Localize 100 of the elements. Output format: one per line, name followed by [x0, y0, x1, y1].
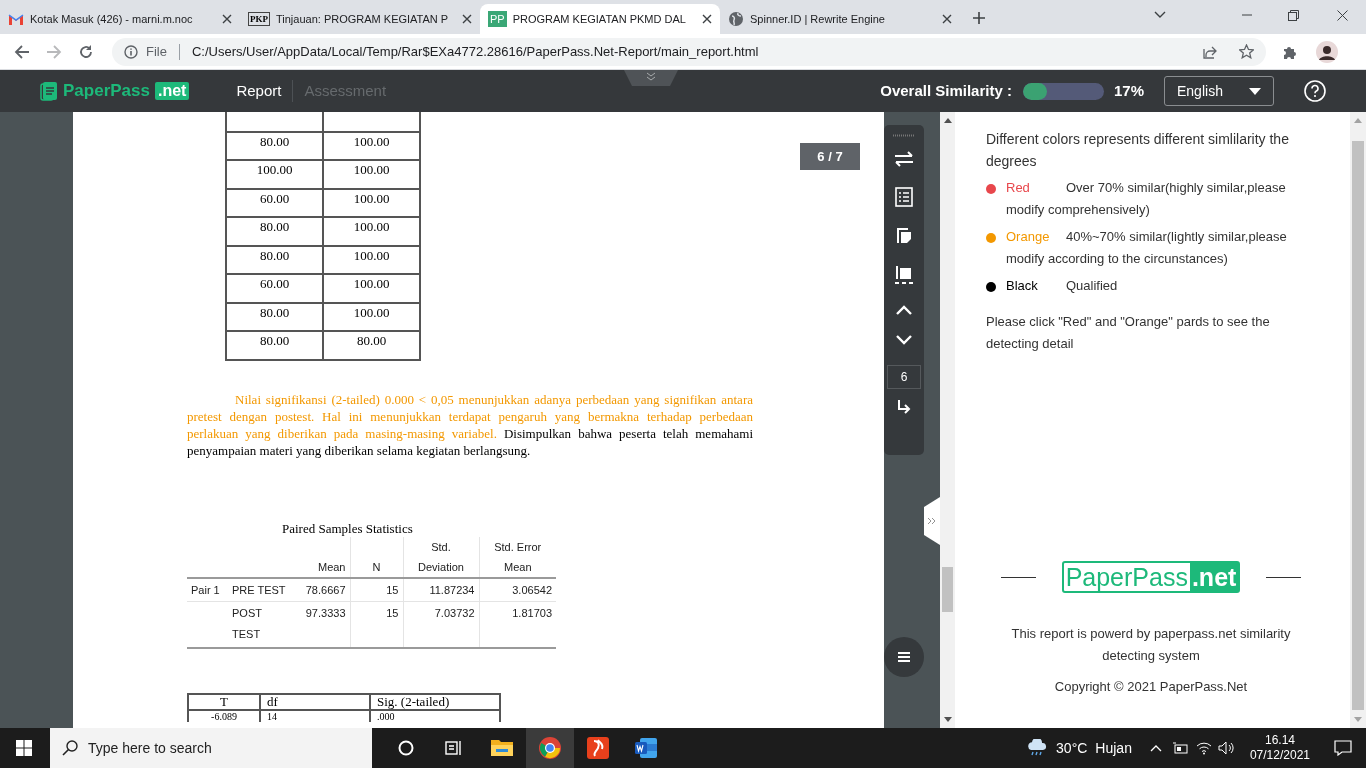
- browser-tab[interactable]: Kotak Masuk (426) - marni.m.noc: [0, 4, 240, 34]
- table-cell: 100.00: [323, 302, 420, 331]
- table-cell: POST TEST: [228, 601, 290, 648]
- column-header: Mean: [479, 556, 556, 578]
- close-icon[interactable]: [462, 14, 472, 24]
- table-cell: 100.00: [323, 245, 420, 274]
- restore-icon[interactable]: [1288, 9, 1299, 21]
- task-view-icon[interactable]: [445, 740, 463, 756]
- weather-text: Hujan: [1095, 738, 1132, 758]
- table-cell: 7.03732: [403, 601, 479, 648]
- table-cell: 100.00: [323, 131, 420, 160]
- help-icon[interactable]: [1304, 80, 1326, 102]
- table-cell: 14: [260, 709, 370, 722]
- table-cell: 3.06542: [479, 577, 556, 601]
- expand-tab-icon[interactable]: [924, 497, 940, 545]
- folder-icon[interactable]: [490, 738, 514, 758]
- cortana-icon[interactable]: [398, 740, 414, 756]
- table-cell: 80.00: [226, 302, 323, 331]
- table-cell: 100.00: [323, 217, 420, 246]
- paragraph: Nilai signifikansi (2-tailed) 0.000 < 0,05 menunjukkan adanya perbedaan yang signifikan antara pretest dengan postest. Hal ini menunjukkan terdapat pengaruh yang bermakna terhadap perbedaan perlakuan yang diberikan pada masing-masing variabel. Disimpulkan bahwa peserta telah memahami penyampaian materi yang diberikan selama kegiatan berlangsung.: [187, 390, 753, 459]
- new-tab-icon[interactable]: [972, 11, 986, 25]
- volume-icon[interactable]: [1217, 741, 1234, 755]
- close-icon[interactable]: [942, 14, 952, 24]
- info-icon[interactable]: [124, 44, 138, 59]
- chrome-icon[interactable]: [538, 736, 562, 760]
- reload-icon[interactable]: [78, 43, 94, 60]
- tab-title: PROGRAM KEGIATAN PKMD DAL: [512, 11, 687, 27]
- table-cell: 97.3333: [290, 601, 350, 648]
- table-cell: 15: [350, 577, 403, 601]
- collapse-handle-icon[interactable]: [624, 70, 678, 86]
- pdf-app-icon[interactable]: [586, 736, 610, 760]
- weather-icon[interactable]: [1026, 739, 1049, 757]
- table-cell: 11.87234: [403, 577, 479, 601]
- language-select[interactable]: English: [1164, 76, 1274, 106]
- page-input[interactable]: 6: [887, 365, 921, 389]
- chevron-up-icon[interactable]: [896, 305, 912, 315]
- tab-title: Kotak Masuk (426) - marni.m.noc: [30, 11, 194, 27]
- browser-tab[interactable]: PP PROGRAM KEGIATAN PKMD DAL: [480, 4, 720, 34]
- scroll-up-icon[interactable]: [943, 118, 952, 123]
- table-cell: 100.00: [323, 274, 420, 303]
- go-icon[interactable]: [897, 399, 911, 415]
- table-cell: 100.00: [226, 160, 323, 189]
- clock-date: 07/12/2021: [1249, 748, 1310, 763]
- avatar-icon[interactable]: [1316, 40, 1338, 63]
- copyright-text: Copyright © 2021 PaperPass.Net: [1053, 678, 1249, 696]
- back-icon[interactable]: [14, 43, 30, 60]
- tab-title: Tinjauan: PROGRAM KEGIATAN P: [276, 11, 450, 27]
- search-icon: [62, 740, 78, 756]
- swap-icon[interactable]: [894, 151, 914, 167]
- table-cell: 100.00: [323, 160, 420, 189]
- table-cell: 60.00: [226, 188, 323, 217]
- column-header: Sig. (2-tailed): [370, 693, 500, 710]
- search-field[interactable]: Type here to search: [50, 728, 372, 768]
- copy-icon[interactable]: [896, 227, 912, 245]
- column-header: Mean: [290, 556, 350, 578]
- chevron-down-icon[interactable]: [1154, 11, 1166, 19]
- table-cell: 100.00: [323, 188, 420, 217]
- column-header: N: [350, 556, 403, 578]
- caret-icon: [1249, 87, 1261, 95]
- table-cell: 80.00: [226, 245, 323, 274]
- table-cell: -6.089: [188, 709, 260, 722]
- powered-text: This report is powerd by paperpass.net similarity detecting system: [1010, 625, 1292, 665]
- notification-icon[interactable]: [1334, 740, 1352, 756]
- note-text: Please click "Red" and "Orange" pards to see the detecting detail: [986, 313, 1271, 353]
- close-icon[interactable]: [1337, 9, 1348, 21]
- column-header: Std. Error: [479, 536, 556, 557]
- table-cell: PRE TEST: [228, 577, 290, 601]
- scroll-down-icon[interactable]: [943, 717, 952, 722]
- compare-icon[interactable]: [894, 265, 914, 285]
- nav-tab[interactable]: Report: [225, 79, 293, 103]
- menu-button[interactable]: [884, 637, 924, 677]
- list-icon[interactable]: [895, 187, 913, 207]
- address-field[interactable]: File C:/Users/User/AppData/Local/Temp/Rar$EXa4772.28616/PaperPass.Net-Report/main_report.html: [112, 37, 1266, 66]
- table-cell: 78.6667: [290, 577, 350, 601]
- share-icon[interactable]: [1203, 44, 1217, 59]
- legend-entry: Red Over 70% similar(highly similar,please modify comprehensively): [1006, 179, 1287, 219]
- browser-tab[interactable]: Spinner.ID | Rewrite Engine: [720, 4, 960, 34]
- close-icon[interactable]: [702, 14, 712, 24]
- url-text: C:/Users/User/AppData/Local/Temp/Rar$EXa4772.28616/PaperPass.Net-Report/main_report.html: [191, 42, 760, 61]
- table-cell: .000: [370, 709, 500, 722]
- scrollbar-thumb[interactable]: [1352, 141, 1364, 710]
- table-cell: Pair 1: [187, 577, 228, 601]
- close-icon[interactable]: [222, 14, 232, 24]
- grip-icon[interactable]: [893, 134, 915, 137]
- table-cell: 80.00: [323, 331, 420, 360]
- temperature-text: 30°C: [1056, 738, 1088, 758]
- column-header: df: [260, 693, 370, 710]
- globe-icon: [728, 11, 744, 27]
- star-icon[interactable]: [1239, 44, 1254, 59]
- word-icon[interactable]: [634, 737, 658, 759]
- chevron-up-icon[interactable]: [1149, 744, 1162, 752]
- clock-time: 16.14: [1264, 733, 1295, 748]
- browser-tab[interactable]: PKP Tinjauan: PROGRAM KEGIATAN P: [240, 4, 480, 34]
- scrollbar-thumb[interactable]: [942, 567, 953, 612]
- document-icon: [40, 81, 58, 101]
- battery-icon[interactable]: [1171, 742, 1188, 754]
- windows-icon[interactable]: [16, 740, 32, 756]
- tab-favicon: PKP: [248, 12, 270, 26]
- wifi-icon[interactable]: [1195, 741, 1212, 755]
- menu-icon: [898, 652, 910, 662]
